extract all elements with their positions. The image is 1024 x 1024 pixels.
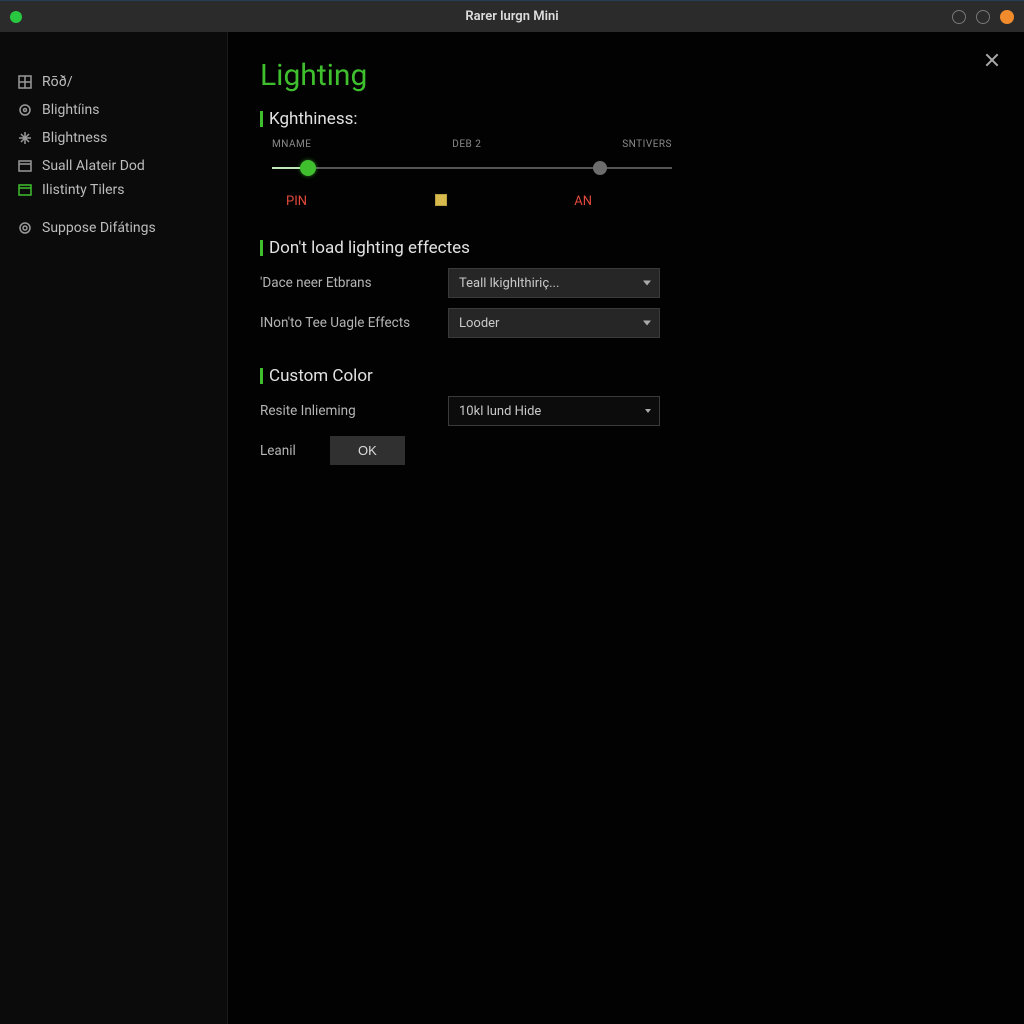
section-effects-label: Don't load lighting effectes bbox=[269, 238, 470, 258]
slider-thumb-primary[interactable] bbox=[300, 160, 316, 176]
chevron-down-icon bbox=[645, 409, 651, 413]
effects-row1-value: Teall lkighlthiriç... bbox=[459, 276, 559, 291]
traffic-light-green-icon[interactable] bbox=[10, 11, 22, 23]
titlebar-right bbox=[952, 10, 1014, 24]
slider-below-right: AN bbox=[574, 194, 592, 210]
sidebar-item-label: Blightness bbox=[42, 130, 107, 146]
slider-rail bbox=[272, 167, 672, 169]
slider-thumb-secondary[interactable] bbox=[593, 161, 607, 175]
sidebar-item-ilistinty[interactable]: Ilistinty Tilers bbox=[0, 180, 227, 204]
app-body: Rōð/ Blightíins Blightness Suall Alateir… bbox=[0, 32, 1024, 1024]
ok-button[interactable]: OK bbox=[330, 436, 405, 465]
chevron-down-icon bbox=[643, 281, 651, 286]
custom-row1-value: 10kl lund Hide bbox=[459, 404, 541, 419]
sidebar-item-root[interactable]: Rōð/ bbox=[0, 68, 227, 96]
window-icon bbox=[18, 159, 32, 173]
effects-row2-label: INon'to Tee Uagle Effects bbox=[260, 315, 430, 331]
avatar-icon[interactable] bbox=[1000, 10, 1014, 24]
color-chip-icon bbox=[435, 194, 447, 206]
effects-row-2: INon'to Tee Uagle Effects Looder bbox=[260, 308, 992, 338]
slider-tick-mid: DEB 2 bbox=[452, 139, 481, 150]
slider-below-mid bbox=[435, 194, 447, 210]
custom-row2-label: Leanil bbox=[260, 443, 312, 459]
effects-row2-value: Looder bbox=[459, 316, 499, 331]
section-effects-header: Don't load lighting effectes bbox=[260, 238, 992, 258]
sidebar-item-label: Ilistinty Tilers bbox=[42, 182, 125, 198]
help-icon[interactable] bbox=[976, 10, 990, 24]
section-brightness-label: Kghthiness: bbox=[269, 109, 358, 129]
titlebar: Rarer lurgn Mini bbox=[0, 0, 1024, 32]
sidebar-item-suall[interactable]: Suall Alateir Dod bbox=[0, 152, 227, 180]
window-title: Rarer lurgn Mini bbox=[465, 9, 558, 24]
main-panel: Lighting Kghthiness: MNAME DEB 2 SNTIVER… bbox=[228, 32, 1024, 1024]
settings-icon bbox=[18, 221, 32, 235]
sidebar-item-label: Blightíins bbox=[42, 102, 100, 118]
calendar-icon bbox=[18, 183, 32, 197]
slider-tick-right: SNTIVERS bbox=[622, 139, 672, 150]
slider-below-labels: PIN AN bbox=[272, 194, 672, 210]
slider-tick-labels: MNAME DEB 2 SNTIVERS bbox=[272, 139, 672, 150]
chevron-down-icon bbox=[643, 321, 651, 326]
slider-below-left: PIN bbox=[286, 194, 307, 210]
sync-icon[interactable] bbox=[952, 10, 966, 24]
slider-tick-left: MNAME bbox=[272, 139, 311, 150]
sidebar-item-blightness[interactable]: Blightness bbox=[0, 124, 227, 152]
sidebar-item-label: Rōð/ bbox=[42, 74, 73, 90]
sidebar-item-label: Suppose Difátings bbox=[42, 220, 156, 236]
effects-row1-label: 'Dace neer Etbrans bbox=[260, 275, 430, 291]
custom-row-1: Resite Inlieming 10kl lund Hide bbox=[260, 396, 992, 426]
sparkle-icon bbox=[18, 131, 32, 145]
custom-row-2: Leanil OK bbox=[260, 436, 992, 465]
custom-row1-select[interactable]: 10kl lund Hide bbox=[448, 396, 660, 426]
brightness-slider[interactable] bbox=[272, 156, 672, 180]
grid-icon bbox=[18, 75, 32, 89]
section-custom-label: Custom Color bbox=[269, 366, 373, 386]
page-title: Lighting bbox=[260, 58, 992, 93]
section-brightness-header: Kghthiness: bbox=[260, 109, 992, 129]
effects-row1-select[interactable]: Teall lkighlthiriç... bbox=[448, 268, 660, 298]
sidebar: Rōð/ Blightíins Blightness Suall Alateir… bbox=[0, 32, 228, 1024]
sidebar-item-blightins[interactable]: Blightíins bbox=[0, 96, 227, 124]
close-icon[interactable] bbox=[982, 50, 1002, 70]
effects-row2-select[interactable]: Looder bbox=[448, 308, 660, 338]
sidebar-item-label: Suall Alateir Dod bbox=[42, 158, 145, 174]
effects-row-1: 'Dace neer Etbrans Teall lkighlthiriç... bbox=[260, 268, 992, 298]
section-custom-header: Custom Color bbox=[260, 366, 992, 386]
sidebar-item-suppose[interactable]: Suppose Difátings bbox=[0, 214, 227, 242]
custom-row1-label: Resite Inlieming bbox=[260, 403, 430, 419]
gear-icon bbox=[18, 103, 32, 117]
